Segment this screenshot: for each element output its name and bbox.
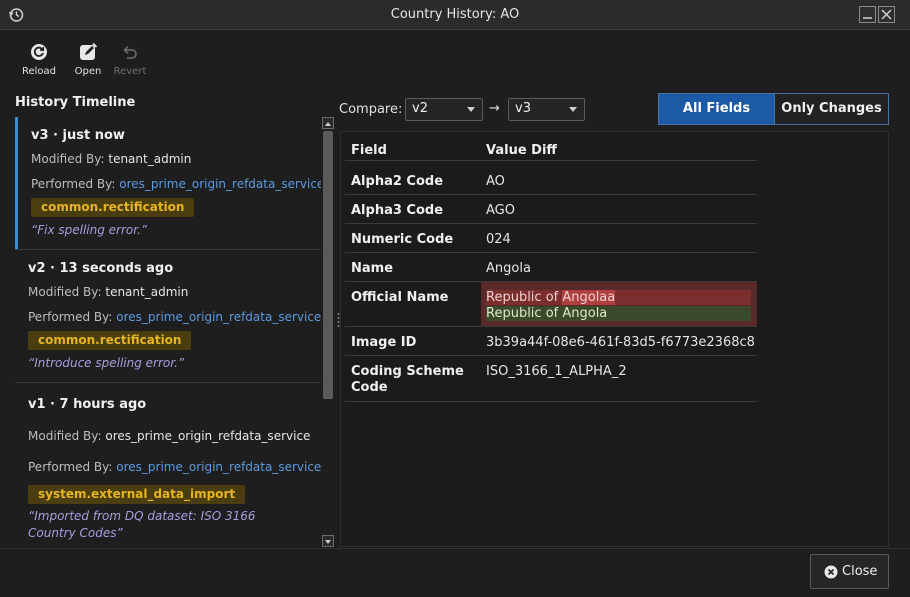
open-label: Open <box>74 66 102 77</box>
scroll-up-button[interactable] <box>322 117 334 129</box>
toolbar: Reload Open Revert <box>0 31 910 85</box>
change-reason-tag: system.external_data_import <box>28 485 246 504</box>
reload-label: Reload <box>21 66 57 77</box>
timeline-heading: History Timeline <box>15 95 136 110</box>
timeline-entry-v2[interactable]: v2 · 13 seconds ago Modified By: tenant_… <box>15 251 321 382</box>
title-bar: Country History: AO <box>0 0 910 30</box>
history-timeline: v3 · just now Modified By: tenant_admin … <box>15 117 321 548</box>
window-close-button[interactable] <box>878 6 895 23</box>
table-row: Name Angola <box>345 253 757 282</box>
field-name: Numeric Code <box>351 232 454 247</box>
entry-modified-by: Modified By: tenant_admin <box>28 285 188 299</box>
diff-added-value: Republic of Angola <box>486 306 751 321</box>
entry-comment: “Fix spelling error.” <box>31 223 148 237</box>
field-name: Coding Scheme Code <box>351 364 464 395</box>
entry-title: v3 · just now <box>31 128 125 143</box>
compare-from-select[interactable]: v2 <box>405 98 483 121</box>
scroll-thumb[interactable] <box>323 131 333 399</box>
table-row: Coding Scheme Code ISO_3166_1_ALPHA_2 <box>345 356 757 402</box>
field-value: AGO <box>486 203 515 218</box>
timeline-entry-v3[interactable]: v3 · just now Modified By: tenant_admin … <box>15 117 321 249</box>
reload-icon <box>31 44 47 60</box>
field-name: Image ID <box>351 335 417 350</box>
field-name: Official Name <box>351 290 449 305</box>
reload-button[interactable]: Reload <box>15 42 63 82</box>
performed-by-link[interactable]: ores_prime_origin_refdata_service <box>116 460 321 474</box>
field-name: Alpha3 Code <box>351 203 444 218</box>
modified-by-value: ores_prime_origin_refdata_service <box>105 429 311 443</box>
modified-by-label: Modified By: <box>28 429 102 443</box>
field-value: ISO_3166_1_ALPHA_2 <box>486 364 627 379</box>
table-row: Alpha2 Code AO <box>345 166 757 195</box>
entry-title: v1 · 7 hours ago <box>28 397 147 412</box>
diff-old-prefix: Republic of <box>486 290 563 305</box>
compare-from-value: v2 <box>412 101 428 116</box>
diff-removed-highlight: Angolaa <box>562 290 616 305</box>
performed-by-label: Performed By: <box>28 460 113 474</box>
modified-by-value: tenant_admin <box>105 285 189 299</box>
diff-removed-value: Republic of Angolaa <box>486 290 751 305</box>
field-name: Alpha2 Code <box>351 174 444 189</box>
only-changes-button[interactable]: Only Changes <box>774 94 888 124</box>
table-row-changed: Official Name Republic of Angolaa Republ… <box>345 282 757 327</box>
table-header: Field Value Diff <box>345 132 757 161</box>
timeline-scrollbar[interactable] <box>322 117 334 548</box>
minimize-icon <box>863 17 872 19</box>
close-button[interactable]: Close <box>810 554 889 589</box>
table-row: Image ID 3b39a44f-08e6-461f-83d5-f6773e2… <box>345 327 757 356</box>
minimize-button[interactable] <box>859 6 876 23</box>
performed-by-link[interactable]: ores_prime_origin_refdata_service <box>116 310 321 324</box>
entry-performed-by: Performed By: ores_prime_origin_refdata_… <box>28 460 321 474</box>
view-mode-toggle: All Fields Only Changes <box>658 93 889 125</box>
entry-performed-by: Performed By: ores_prime_origin_refdata_… <box>31 177 321 191</box>
table-row: Alpha3 Code AGO <box>345 195 757 224</box>
entry-modified-by: Modified By: tenant_admin <box>31 152 191 166</box>
performed-by-link[interactable]: ores_prime_origin_refdata_service <box>119 177 321 191</box>
close-label: Close <box>842 564 878 579</box>
edit-icon <box>80 42 98 60</box>
undo-icon <box>123 45 137 59</box>
open-button[interactable]: Open <box>64 42 112 82</box>
field-value: Angola <box>486 261 531 276</box>
window-title: Country History: AO <box>390 7 520 22</box>
entry-comment: “Imported from DQ dataset: ISO 3166 Coun… <box>28 509 256 540</box>
timeline-divider <box>15 382 321 383</box>
timeline-divider <box>15 249 321 250</box>
header-value-diff: Value Diff <box>486 143 557 158</box>
performed-by-label: Performed By: <box>28 310 113 324</box>
scroll-down-button[interactable] <box>322 535 334 547</box>
change-reason-tag: common.rectification <box>31 198 195 217</box>
modified-by-label: Modified By: <box>31 152 105 166</box>
compare-arrow: → <box>489 101 500 116</box>
performed-by-label: Performed By: <box>31 177 116 191</box>
compare-to-select[interactable]: v3 <box>508 98 585 121</box>
timeline-entry-v1[interactable]: v1 · 7 hours ago Modified By: ores_prime… <box>15 384 321 548</box>
close-icon <box>881 9 892 20</box>
header-field: Field <box>351 143 387 158</box>
chevron-down-icon <box>325 540 331 544</box>
diff-table: Field Value Diff Alpha2 Code AO Alpha3 C… <box>340 131 889 547</box>
field-value: 3b39a44f-08e6-461f-83d5-f6773e2368c8 <box>486 335 755 350</box>
dropdown-arrow-icon <box>467 107 475 112</box>
field-value: 024 <box>486 232 511 247</box>
revert-button[interactable]: Revert <box>106 42 154 82</box>
modified-by-value: tenant_admin <box>108 152 192 166</box>
entry-performed-by: Performed By: ores_prime_origin_refdata_… <box>28 310 321 324</box>
all-fields-button[interactable]: All Fields <box>659 94 774 124</box>
field-name: Name <box>351 261 394 276</box>
footer-divider <box>0 548 910 549</box>
chevron-up-icon <box>325 122 331 126</box>
field-value: AO <box>486 174 505 189</box>
change-reason-tag: common.rectification <box>28 331 192 350</box>
entry-comment: “Introduce spelling error.” <box>28 356 185 370</box>
revert-label: Revert <box>113 66 147 77</box>
modified-by-label: Modified By: <box>28 285 102 299</box>
entry-title: v2 · 13 seconds ago <box>28 261 174 276</box>
close-circle-icon <box>824 565 838 579</box>
compare-to-value: v3 <box>515 101 531 116</box>
table-row: Numeric Code 024 <box>345 224 757 253</box>
dropdown-arrow-icon <box>569 107 577 112</box>
compare-label: Compare: <box>339 102 403 117</box>
entry-modified-by: Modified By: ores_prime_origin_refdata_s… <box>28 429 310 443</box>
